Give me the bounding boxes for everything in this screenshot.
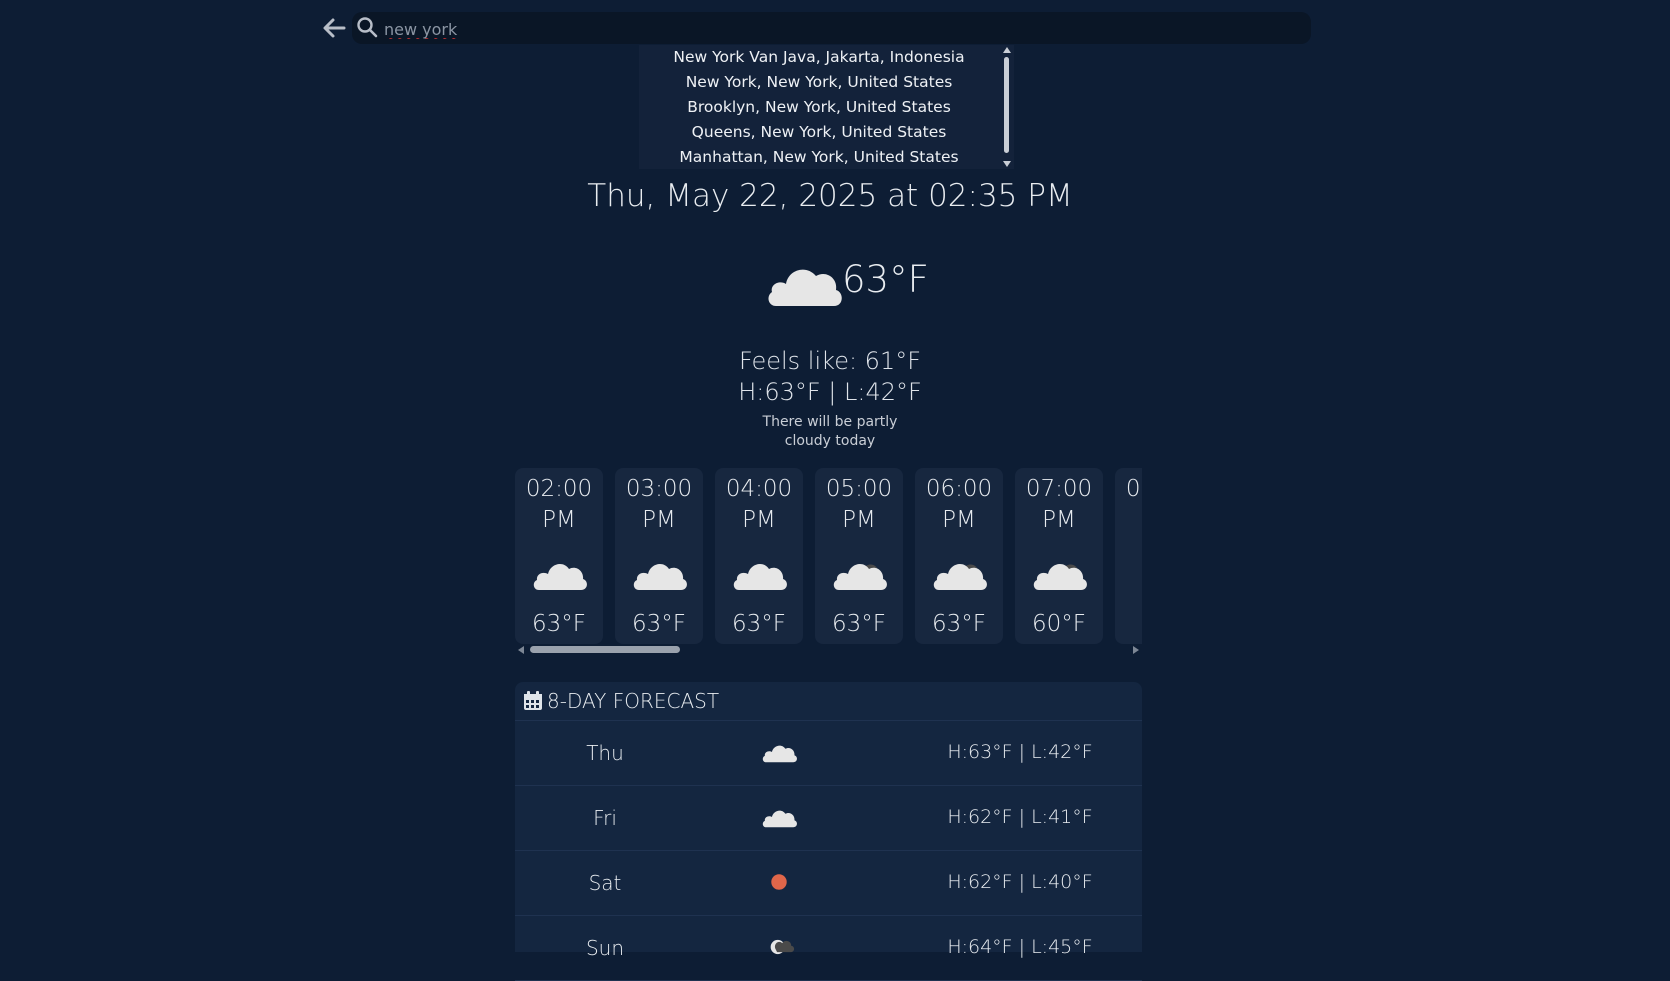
suggestion-item[interactable]: New York, New York, United States — [639, 70, 999, 95]
hourly-card: 04:00 PM 63°F — [715, 468, 803, 644]
partly-cloudy-icon — [1131, 554, 1142, 594]
current-datetime: Thu, May 22, 2025 at 02:35 PM — [587, 178, 1073, 214]
sun-icon — [761, 869, 797, 895]
hourly-temperature: 63°F — [632, 611, 686, 637]
forecast-high-low: H:62°F | L:40°F — [947, 871, 1093, 893]
broken-clouds-icon — [831, 554, 887, 594]
hourly-card: 02:00 PM 63°F — [515, 468, 603, 644]
hourly-time: 02:00 PM — [525, 476, 593, 533]
hourly-card: 05:00 PM 63°F — [815, 468, 903, 644]
cloud-icon — [761, 804, 797, 830]
scrollbar-thumb[interactable] — [530, 646, 680, 653]
hourly-time: 07:00 PM — [1025, 476, 1093, 533]
hourly-time: 03:00 PM — [625, 476, 693, 533]
hourly-time: 08:00 PM — [1125, 476, 1142, 502]
back-button[interactable] — [320, 14, 348, 42]
cloud-icon — [731, 554, 787, 594]
forecast-day: Sun — [585, 936, 625, 960]
cloud-icon — [631, 554, 687, 594]
scroll-right-arrow-icon[interactable] — [1133, 646, 1139, 654]
hourly-forecast[interactable]: 02:00 PM 63°F 03:00 PM 63°F 04:00 PM 63°F 05:0… — [515, 468, 1142, 644]
hourly-temperature: 5 — [1115, 611, 1142, 637]
broken-clouds-icon — [931, 554, 987, 594]
forecast-high-low: H:64°F | L:45°F — [947, 936, 1093, 958]
hourly-card: 03:00 PM 63°F — [615, 468, 703, 644]
daily-forecast-row: Sun H:64°F | L:45°F — [515, 916, 1142, 981]
suggestion-item[interactable]: Queens, New York, United States — [639, 120, 999, 145]
calendar-icon — [524, 691, 542, 710]
cloud-icon — [761, 739, 797, 765]
today-high-low: H:63°F | L:42°F — [738, 378, 922, 406]
search-input[interactable] — [382, 15, 1286, 43]
forecast-high-low: H:62°F | L:41°F — [947, 806, 1093, 828]
forecast-day: Sat — [588, 871, 622, 895]
hourly-card: 08:00 PM 5 — [1115, 468, 1142, 644]
suggestion-item[interactable]: New York Van Java, Jakarta, Indonesia — [639, 45, 999, 70]
current-temperature: 63°F — [842, 258, 929, 301]
scroll-down-arrow-icon[interactable] — [1003, 161, 1011, 167]
daily-forecast-row: Thu H:63°F | L:42°F — [515, 721, 1142, 786]
weather-description: There will be partly cloudy today — [762, 414, 898, 449]
hourly-temperature: 63°F — [732, 611, 786, 637]
forecast-day: Thu — [586, 741, 624, 765]
hourly-time: 04:00 PM — [725, 476, 793, 533]
hourly-temperature: 63°F — [932, 611, 986, 637]
scrollbar-thumb[interactable] — [1004, 57, 1009, 153]
feels-like: Feels like: 61°F — [738, 347, 922, 375]
hourly-temperature: 63°F — [832, 611, 886, 637]
scroll-left-arrow-icon[interactable] — [518, 646, 524, 654]
search-icon — [357, 17, 378, 38]
suggestion-item[interactable]: Brooklyn, New York, United States — [639, 95, 999, 120]
cloud-icon — [531, 554, 587, 594]
daily-forecast-header: 8-DAY FORECAST — [515, 682, 1142, 721]
cloud-icon — [768, 269, 842, 306]
broken-clouds-icon — [1031, 554, 1087, 594]
search-bar[interactable] — [352, 12, 1311, 44]
arrow-left-icon — [323, 18, 346, 38]
daily-forecast-row: Fri H:62°F | L:41°F — [515, 786, 1142, 851]
suggestion-item[interactable]: Manhattan, New York, United States — [639, 145, 999, 169]
daily-forecast-title: 8-DAY FORECAST — [547, 689, 720, 713]
daily-forecast: 8-DAY FORECAST Thu H:63°F | L:42°F Fri H:62… — [515, 682, 1142, 981]
hourly-card: 06:00 PM 63°F — [915, 468, 1003, 644]
suggestions-scrollbar[interactable] — [1000, 45, 1014, 169]
daily-forecast-row: Sat H:62°F | L:40°F — [515, 851, 1142, 916]
forecast-high-low: H:63°F | L:42°F — [947, 741, 1093, 763]
hourly-temperature: 60°F — [1032, 611, 1086, 637]
hourly-scrollbar[interactable] — [515, 643, 1142, 657]
hourly-time: 06:00 PM — [925, 476, 993, 533]
scroll-up-arrow-icon[interactable] — [1003, 47, 1011, 53]
hourly-card: 07:00 PM 60°F — [1015, 468, 1103, 644]
forecast-day: Fri — [593, 806, 617, 830]
location-suggestions[interactable]: New York Van Java, Jakarta, Indonesia Ne… — [639, 45, 1014, 169]
partly-cloudy-icon — [761, 934, 797, 960]
hourly-temperature: 63°F — [532, 611, 586, 637]
hourly-time: 05:00 PM — [825, 476, 893, 533]
